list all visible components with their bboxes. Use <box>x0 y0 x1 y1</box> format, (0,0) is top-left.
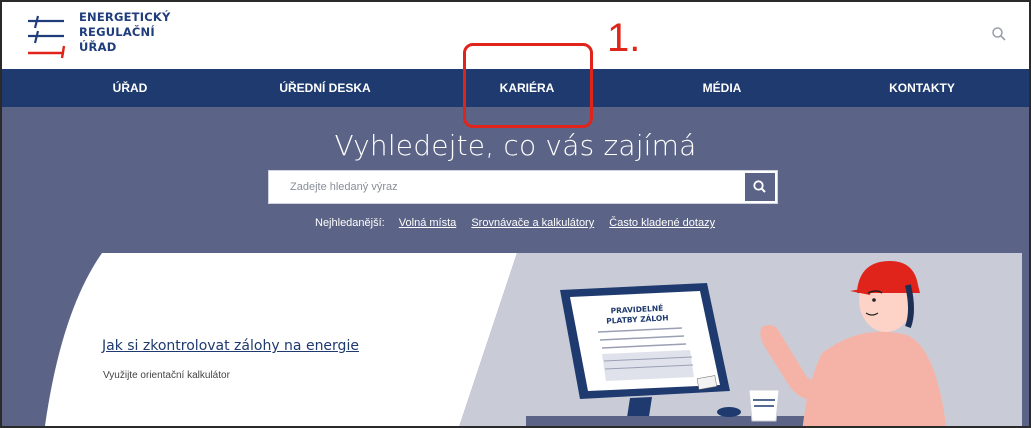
hero-section: Vyhledejte, co vás zajímá Nejhledanější:… <box>2 107 1029 426</box>
screen-text: PRAVIDELNÉ PLATBY ZÁLOH <box>606 303 669 326</box>
card-subtitle: Využijte orientační kalkulátor <box>103 370 230 381</box>
main-nav: ÚŘAD ÚŘEDNÍ DESKA KARIÉRA MÉDIA KONTAKTY <box>2 69 1029 107</box>
nav-item-urad[interactable]: ÚŘAD <box>70 69 190 107</box>
nav-item-kariera[interactable]: KARIÉRA <box>472 69 582 107</box>
feature-card: PRAVIDELNÉ PLATBY ZÁLOH Jak si zkontrolo… <box>2 253 1029 426</box>
popular-searches: Nejhledanější: Volná místa Srovnávače a … <box>315 217 727 229</box>
logo-line-2: REGULAČNÍ <box>79 25 155 39</box>
logo[interactable]: ENERGETICKÝ REGULAČNÍ ÚŘAD <box>24 10 184 64</box>
nav-item-media[interactable]: MÉDIA <box>667 69 777 107</box>
nav-item-kontakty[interactable]: KONTAKTY <box>862 69 982 107</box>
search-icon[interactable] <box>991 26 1007 42</box>
site-header: ENERGETICKÝ REGULAČNÍ ÚŘAD <box>2 2 1029 69</box>
logo-line-3: ÚŘAD <box>79 40 117 54</box>
logo-text: ENERGETICKÝ REGULAČNÍ ÚŘAD <box>79 10 171 55</box>
search-bar <box>268 170 778 204</box>
annotation-number: 1. <box>607 16 641 60</box>
popular-link-srovnavace[interactable]: Srovnávače a kalkulátory <box>471 217 594 229</box>
search-icon <box>753 180 766 193</box>
card-link-zalohy[interactable]: Jak si zkontrolovat zálohy na energie <box>102 338 359 354</box>
logo-icon <box>28 15 66 59</box>
popular-label: Nejhledanější: <box>315 217 385 229</box>
popular-link-volna-mista[interactable]: Volná místa <box>399 217 456 229</box>
popular-link-faq[interactable]: Často kladené dotazy <box>609 217 715 229</box>
search-button[interactable] <box>743 171 777 203</box>
hero-title: Vyhledejte, co vás zajímá <box>334 129 697 162</box>
logo-line-1: ENERGETICKÝ <box>79 10 171 24</box>
search-input[interactable] <box>269 171 743 203</box>
nav-item-uredni-deska[interactable]: ÚŘEDNÍ DESKA <box>260 69 390 107</box>
page-frame: ENERGETICKÝ REGULAČNÍ ÚŘAD ÚŘAD ÚŘEDNÍ D… <box>0 0 1031 428</box>
